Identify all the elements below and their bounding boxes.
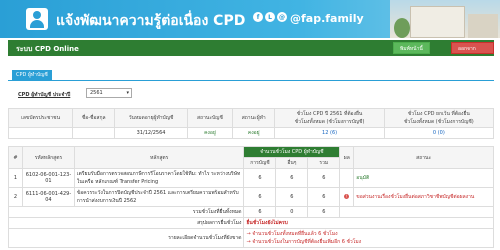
warning-icon: ! [344,194,350,199]
person-logo-icon [26,8,48,30]
chevron-down-icon: ▾ [126,90,129,96]
line-icon[interactable]: L [265,12,275,22]
social-handle: @fap.family [290,12,364,25]
row-code: 6111-06-001-429-04 [21,187,75,207]
total-total: 6 [307,206,341,218]
summary-maker-status: คงอยู่ [231,127,276,139]
col-header-accounting: การบัญชี [243,157,277,169]
row-total: 6 [307,187,341,207]
row-no: 1 [8,168,23,188]
notes-list: → จำนวนชั่วโมงทั้งหมดที่ยื่นแล้ว 6 ชั่วโ… [243,228,494,248]
result-label: สรุปผลการยื่นชั่วโมง [7,217,245,229]
row-no: 2 [8,187,23,207]
summary-header-name: ชื่อ-ชื่อสกุล [72,108,116,128]
summary-header-exempt-hours: ชั่วโมง CPD ยกเว้น ที่ต้องยื่น ชั่วโมงทั… [383,108,495,128]
summary-expiry: 31/12/2564 [114,127,188,139]
summary-name [72,127,116,139]
tab-underline [8,80,494,81]
summary-exempt-hours: 0 (0) [383,127,495,139]
total-row: รวมชั่วโมงที่ยื่นทั้งหมด 6 0 6 [7,206,494,218]
row-course: ข้อควรระวังในการปิดบัญชีประจำปี 2561 และ… [73,187,245,207]
social-icons: f L @ [253,12,287,22]
building-image [390,0,500,38]
row-other: 6 [275,187,309,207]
summary-table: เลขบัตรประชาชน ชื่อ-ชื่อสกุล วันหมดอายุผ… [7,108,495,139]
row-flag [339,168,355,188]
result-row: สรุปผลการยื่นชั่วโมง ยื่นชั่วโมงยังไม่คร… [7,217,494,229]
tab-cpd-accountant[interactable]: CPD ผู้ทำบัญชี [12,70,52,80]
col-header-no: # [8,146,23,169]
summary-id [7,127,74,139]
col-header-other: อื่นๆ [275,157,309,169]
row-other: 6 [275,168,309,188]
year-select[interactable]: 2561 ▾ [86,88,132,98]
row-flag: ! [339,187,355,207]
summary-account-status: คงอยู่ [186,127,233,139]
row-accounting: 6 [243,168,277,188]
col-header-total: รวม [307,157,341,169]
summary-header-required-hours: ชั่วโมง CPD ปี 2561 ที่ต้องยื่น ชั่วโมงท… [274,108,385,128]
row-status: อนุมัติ [353,168,494,188]
course-table: # รหัสหลักสูตร หลักสูตร จำนวนชั่วโมง CPD… [7,146,494,248]
summary-required-hours: 12 (6) [274,127,385,139]
notes-row: รายละเอียดจำนวนชั่วโมงที่ยังขาด → จำนวนช… [7,228,494,248]
row-course: เตรียมรับมือการตรวจสอบภาษีการรีโอนราคาโด… [73,168,245,188]
print-button[interactable]: พิมพ์หน้านี้ [393,42,430,54]
note-total-submitted: → จำนวนชั่วโมงทั้งหมดที่ยื่นแล้ว 6 ชั่วโ… [246,231,338,237]
row-total: 6 [307,168,341,188]
logout-button[interactable]: ออกจากระบบ [451,42,494,64]
notes-label: รายละเอียดจำนวนชั่วโมงที่ยังขาด [7,228,245,248]
col-header-code: รหัสหลักสูตร [21,146,75,169]
row-accounting: 6 [243,187,277,207]
table-row: 1 6102-06-001-123-01 เตรียมรับมือการตรวจ… [8,168,494,188]
table-row: 2 6111-06-001-429-04 ข้อควรระวังในการปิด… [8,187,494,207]
col-header-status: สถานะ [353,146,494,169]
system-header-bar: ระบบ CPD Online พิมพ์หน้านี้ ออกจากระบบ [8,40,494,64]
result-text: ยื่นชั่วโมงยังไม่ครบ [243,217,494,229]
header-banner: แจ้งพัฒนาความรู้ต่อเนื่อง CPD f L @ @fap… [0,0,500,38]
total-label: รวมชั่วโมงที่ยื่นทั้งหมด [7,206,245,218]
col-header-flag: ผล [339,146,355,169]
summary-header-id: เลขบัตรประชาชน [7,108,74,128]
note-remaining-accounting: → จำนวนชั่วโมงในการบัญชีที่ต้องยื่นเพิ่ม… [246,239,362,245]
row-code: 6102-06-001-123-01 [21,168,75,188]
col-header-course: หลักสูตร [73,146,245,169]
summary-header-account-status: สถานะบัญชี [186,108,233,128]
row-status: ขอส่วนงานเรื่องชั่วโมงยื่นต่อสภาวิชาชีพบ… [353,187,494,207]
facebook-icon[interactable]: f [253,12,263,22]
summary-header-maker-status: สถานะผู้ทำ [231,108,276,128]
year-select-value: 2561 [90,90,103,96]
summary-row: 31/12/2564 คงอยู่ คงอยู่ 12 (6) 0 (0) [7,127,495,139]
col-header-cpd-hours: จำนวนชั่วโมง CPD ผู้ทำบัญชี [243,146,341,158]
year-select-label: CPD ผู้ทำบัญชี ประจำปี [18,92,71,98]
total-accounting: 6 [243,206,277,218]
banner-title: แจ้งพัฒนาความรู้ต่อเนื่อง CPD [56,13,246,29]
system-title: ระบบ CPD Online [16,45,79,53]
summary-header-expiry: วันหมดอายุผู้ทำบัญชี [114,108,188,128]
email-icon[interactable]: @ [277,12,287,22]
total-other: 0 [275,206,309,218]
